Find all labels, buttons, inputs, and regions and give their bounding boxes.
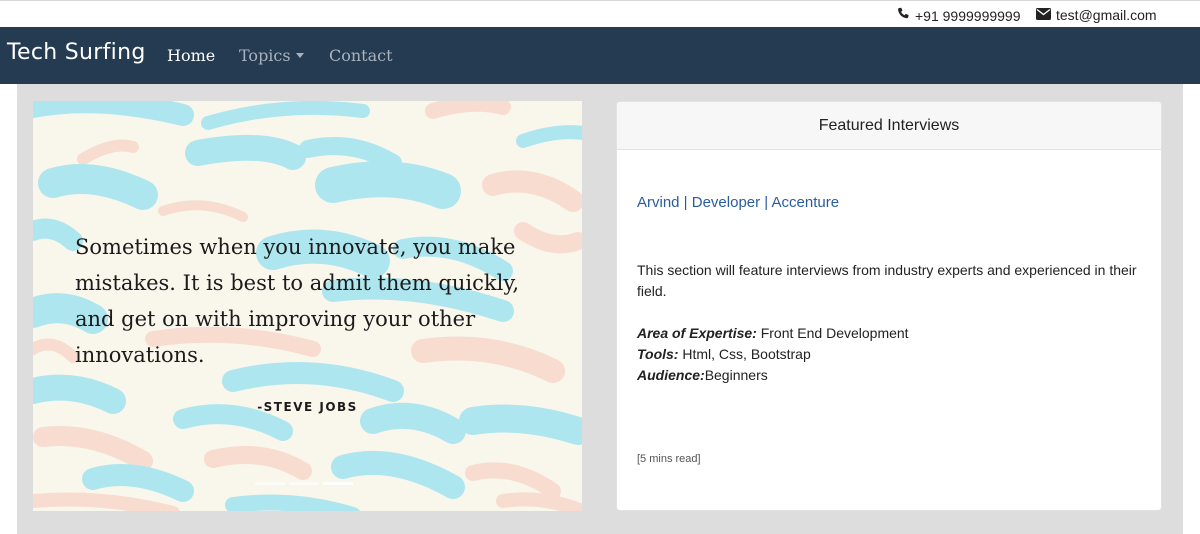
expertise-row: Area of Expertise: Front End Development xyxy=(637,325,909,341)
card-description: This section will feature interviews fro… xyxy=(637,262,1137,299)
email-address: test@gmail.com xyxy=(1056,7,1157,23)
phone-number: +91 9999999999 xyxy=(915,7,1021,24)
main-navbar: Tech Surfing Home Topics Contact xyxy=(0,27,1200,84)
nav-topics-dropdown[interactable]: Topics xyxy=(239,46,304,65)
nav-contact[interactable]: Contact xyxy=(329,46,393,65)
phone-contact[interactable]: +91 9999999999 xyxy=(896,7,1021,24)
envelope-icon xyxy=(1036,7,1051,23)
read-time: [5 mins read] xyxy=(637,453,701,465)
quote-author: -STEVE JOBS xyxy=(257,400,358,414)
quote-text: Sometimes when you innovate, you make mi… xyxy=(75,235,520,367)
card-header: Featured Interviews xyxy=(617,102,1161,150)
featured-interviews-card: Featured Interviews Arvind | Developer |… xyxy=(616,101,1162,511)
audience-row: Audience:Beginners xyxy=(637,367,768,383)
quote-carousel[interactable]: Sometimes when you innovate, you make mi… xyxy=(33,101,582,511)
top-contact-bar: +91 9999999999 test@gmail.com xyxy=(0,0,1200,27)
carousel-indicators xyxy=(255,482,353,485)
interview-link[interactable]: Arvind | Developer | Accenture xyxy=(637,194,839,211)
caret-down-icon xyxy=(295,53,304,58)
nav-topics-label: Topics xyxy=(239,46,291,65)
carousel-indicator-2[interactable] xyxy=(289,482,319,485)
nav-home[interactable]: Home xyxy=(167,46,215,65)
tools-row: Tools: Html, Css, Bootstrap xyxy=(637,346,811,362)
email-contact[interactable]: test@gmail.com xyxy=(1036,7,1157,23)
phone-icon xyxy=(896,7,910,24)
brand-logo[interactable]: Tech Surfing xyxy=(7,40,146,65)
carousel-indicator-1[interactable] xyxy=(255,482,285,485)
interview-details: Area of Expertise: Front End Development… xyxy=(637,323,909,386)
carousel-indicator-3[interactable] xyxy=(323,482,353,485)
